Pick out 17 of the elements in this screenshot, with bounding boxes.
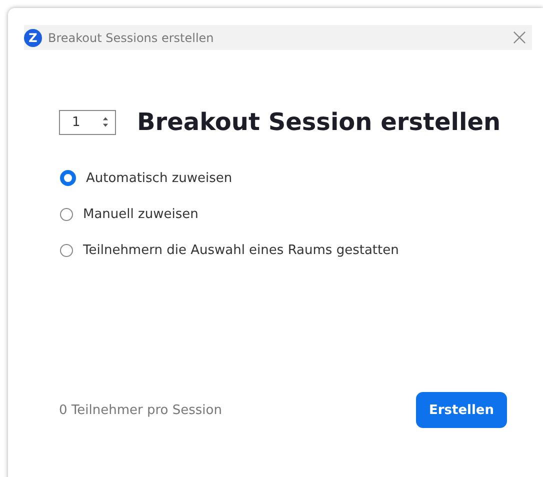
option-label: Automatisch zuweisen bbox=[86, 170, 232, 186]
radio-option[interactable]: Teilnehmern die Auswahl eines Raums gestatten bbox=[60, 243, 532, 258]
window-title: Breakout Sessions erstellen bbox=[48, 30, 215, 44]
option-label: Manuell zuweisen bbox=[83, 207, 198, 222]
radio-button[interactable] bbox=[60, 208, 73, 221]
radio-button[interactable] bbox=[60, 170, 76, 186]
session-count-spinner[interactable]: 1 bbox=[59, 110, 116, 134]
option-label: Teilnehmern die Auswahl eines Raums gestatten bbox=[83, 243, 399, 258]
close-icon[interactable] bbox=[513, 31, 526, 44]
radio-option[interactable]: Manuell zuweisen bbox=[60, 207, 532, 222]
create-button[interactable]: Erstellen bbox=[416, 392, 507, 428]
dialog-heading: Breakout Session erstellen bbox=[137, 108, 501, 136]
radio-button[interactable] bbox=[60, 244, 73, 257]
app-logo: Z bbox=[24, 28, 42, 46]
radio-option[interactable]: Automatisch zuweisen bbox=[60, 170, 532, 186]
participants-info: 0 Teilnehmer pro Session bbox=[59, 402, 222, 418]
stepper-arrows-icon[interactable] bbox=[102, 116, 109, 128]
